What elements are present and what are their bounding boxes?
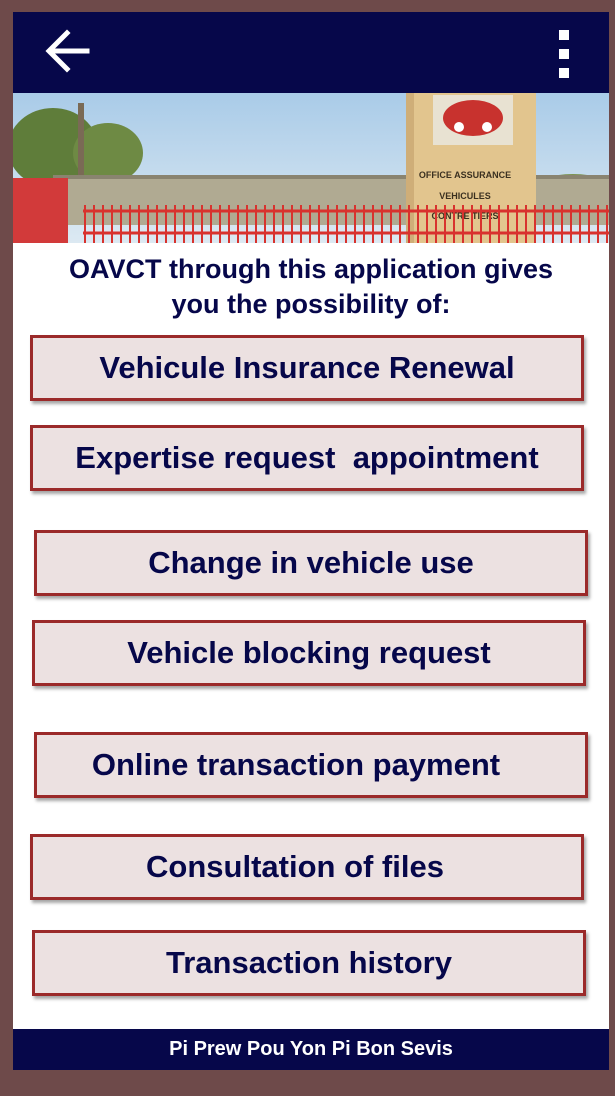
banner-sign-line-1: OFFICE ASSURANCE [419, 170, 511, 180]
app-bar [13, 12, 609, 93]
back-button[interactable] [43, 28, 93, 74]
vehicle-insurance-renewal-button[interactable]: Vehicule Insurance Renewal [30, 335, 584, 401]
intro-text: OAVCT through this application gives you… [23, 252, 599, 322]
online-transaction-payment-button[interactable]: Online transaction payment [34, 732, 588, 798]
banner-sign-line-2: VEHICULES [439, 191, 491, 201]
intro-line-1: OAVCT through this application gives [68, 254, 554, 284]
arrow-left-icon [45, 29, 90, 73]
app-screen: OFFICE ASSURANCE VEHICULES CONTRE TIERS … [13, 12, 609, 1070]
vehicle-blocking-request-button[interactable]: Vehicle blocking request [32, 620, 586, 686]
expertise-request-appointment-button[interactable]: Expertise request appointment [30, 425, 584, 491]
change-vehicle-use-button[interactable]: Change in vehicle use [34, 530, 588, 596]
transaction-history-button[interactable]: Transaction history [32, 930, 586, 996]
header-banner-image: OFFICE ASSURANCE VEHICULES CONTRE TIERS [13, 93, 609, 243]
intro-line-2: you the possibility of: [171, 289, 451, 319]
overflow-menu-button[interactable] [549, 26, 579, 82]
footer-slogan: Pi Prew Pou Yon Pi Bon Sevis [169, 1038, 453, 1060]
footer-bar: Pi Prew Pou Yon Pi Bon Sevis [13, 1029, 609, 1070]
more-vertical-icon [559, 30, 569, 78]
consultation-of-files-button[interactable]: Consultation of files [30, 834, 584, 900]
